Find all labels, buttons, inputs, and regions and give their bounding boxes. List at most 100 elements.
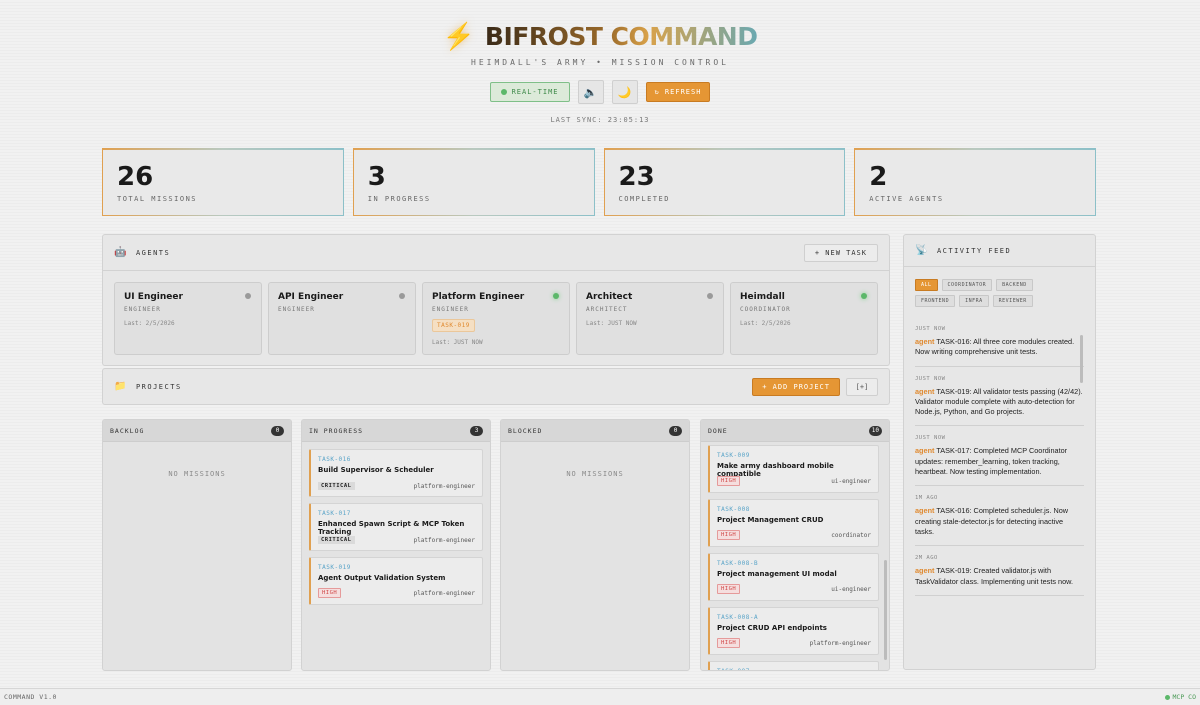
column-count: 0 [669, 425, 682, 436]
column-count: 3 [470, 425, 483, 436]
feed-message: agent TASK-019: All validator tests pass… [915, 387, 1084, 418]
task-assignee: coordinator [831, 531, 871, 539]
agent-card-heimdall[interactable]: Heimdall COORDINATOR Last: 2/5/2026 [730, 282, 878, 355]
live-indicator-icon [500, 89, 507, 95]
task-card[interactable]: TASK-008-A Project CRUD API endpoints HI… [708, 607, 879, 655]
task-card[interactable]: TASK-019 Agent Output Validation System … [309, 557, 483, 605]
task-title: Project Management CRUD [717, 516, 824, 524]
theme-toggle-button[interactable]: 🌙 [611, 80, 638, 104]
agent-name: Architect [586, 292, 633, 302]
stat-label: ACTIVE AGENTS [869, 195, 944, 203]
filter-coordinator[interactable]: COORDINATOR [941, 279, 993, 291]
task-title: Project CRUD API endpoints [717, 624, 827, 632]
agent-role: ARCHITECT [586, 306, 628, 313]
footer-status-text: MCP CO [1172, 693, 1196, 701]
column-title: BACKLOG [110, 426, 145, 435]
new-task-button[interactable]: + NEW TASK [803, 243, 878, 262]
task-assignee: platform-engineer [809, 639, 871, 647]
task-card[interactable]: TASK-016 Build Supervisor & Scheduler CR… [309, 449, 483, 497]
agent-card-api-engineer[interactable]: API Engineer ENGINEER [268, 282, 416, 355]
filter-infra[interactable]: INFRA [959, 295, 989, 307]
activity-feed-title: 📡 ACTIVITY FEED [915, 245, 1011, 256]
agent-last-seen: Last: 2/5/2026 [740, 320, 791, 327]
filter-all[interactable]: ALL [915, 279, 938, 291]
folder-icon: 📁 [114, 381, 128, 392]
realtime-toggle[interactable]: REAL-TIME [489, 82, 570, 102]
task-title: Project management UI modal [717, 570, 837, 578]
agent-current-task[interactable]: TASK-019 [432, 319, 475, 332]
filter-backend[interactable]: BACKEND [996, 279, 1033, 291]
refresh-button[interactable]: ↻ REFRESH [645, 82, 711, 102]
priority-badge: CRITICAL [318, 536, 355, 544]
empty-state: NO MISSIONS [168, 470, 226, 478]
task-card[interactable]: TASK-007 [708, 661, 879, 670]
priority-badge: HIGH [717, 584, 741, 594]
filter-frontend[interactable]: FRONTEND [915, 295, 956, 307]
feed-time: 2M AGO [915, 555, 938, 562]
task-title: Enhanced Spawn Script & MCP Token Tracki… [318, 520, 465, 536]
stat-active-agents: 2 ACTIVE AGENTS [854, 148, 1096, 216]
column-blocked: BLOCKED 0 NO MISSIONS [500, 419, 690, 671]
feed-item: JUST NOW agent TASK-017: Completed MCP C… [915, 426, 1084, 487]
app-subtitle: HEIMDALL'S ARMY • MISSION CONTROL [471, 58, 729, 67]
feed-item: JUST NOW agent TASK-019: All validator t… [915, 367, 1084, 427]
agent-card-platform-engineer[interactable]: Platform Engineer ENGINEER TASK-019 Last… [422, 282, 570, 355]
agent-role: ENGINEER [124, 306, 161, 313]
column-header: DONE 10 [701, 420, 889, 442]
agent-role: ENGINEER [432, 306, 469, 313]
task-id: TASK-008-B [717, 560, 759, 567]
stats-row: 26 TOTAL MISSIONS 3 IN PROGRESS 23 COMPL… [102, 148, 1096, 216]
satellite-icon: 📡 [915, 245, 929, 256]
status-dot-icon [553, 293, 559, 299]
projects-title-text: PROJECTS [135, 382, 182, 391]
stat-value: 26 [117, 162, 154, 192]
column-in-progress: IN PROGRESS 3 TASK-016 Build Supervisor … [301, 419, 491, 671]
feed-time: JUST NOW [915, 375, 946, 382]
task-assignee: platform-engineer [413, 482, 475, 490]
agents-title-text: AGENTS [135, 248, 171, 257]
column-scrollbar[interactable] [884, 560, 887, 660]
feed-message: agent TASK-017: Completed MCP Coordinato… [915, 446, 1084, 477]
column-header: IN PROGRESS 3 [302, 420, 490, 442]
empty-state: NO MISSIONS [566, 470, 624, 478]
stat-value: 3 [367, 162, 386, 192]
status-dot-icon [399, 293, 405, 299]
header-controls: REAL-TIME 🔈 🌙 ↻ REFRESH [0, 80, 1200, 104]
stat-label: COMPLETED [618, 195, 670, 203]
feed-filters: ALL COORDINATOR BACKEND FRONTEND INFRA R… [904, 267, 1074, 307]
feed-agent: agent [915, 386, 935, 396]
moon-icon: 🌙 [617, 86, 632, 99]
priority-badge: HIGH [717, 530, 741, 540]
status-dot-icon [245, 293, 251, 299]
task-id: TASK-016 [318, 456, 351, 463]
sound-button[interactable]: 🔈 [577, 80, 604, 104]
task-card[interactable]: TASK-009 Make army dashboard mobile comp… [708, 445, 879, 493]
agent-card-architect[interactable]: Architect ARCHITECT Last: JUST NOW [576, 282, 724, 355]
feed-message: agent TASK-019: Created validator.js wit… [915, 566, 1084, 587]
feed-time: JUST NOW [915, 435, 946, 442]
feed-agent: agent [915, 566, 935, 576]
feed-item: 1M AGO agent TASK-016: Completed schedul… [915, 486, 1084, 547]
agent-grid: UI Engineer ENGINEER Last: 2/5/2026 API … [103, 271, 889, 355]
filter-reviewer[interactable]: REVIEWER [992, 295, 1033, 307]
app-title: BIFROST COMMAND [484, 21, 758, 51]
agent-name: UI Engineer [124, 292, 183, 302]
agents-title: 🤖 AGENTS [114, 247, 170, 258]
feed-agent: agent [915, 446, 935, 456]
stat-label: TOTAL MISSIONS [117, 195, 198, 203]
speaker-icon: 🔈 [583, 86, 598, 99]
agent-last-seen: Last: JUST NOW [432, 339, 483, 346]
add-project-button[interactable]: + ADD PROJECT [752, 377, 840, 396]
agent-card-ui-engineer[interactable]: UI Engineer ENGINEER Last: 2/5/2026 [114, 282, 262, 355]
task-id: TASK-008-A [717, 614, 759, 621]
agent-name: Heimdall [740, 292, 785, 302]
feed-scrollbar[interactable] [1080, 335, 1083, 383]
task-card[interactable]: TASK-008 Project Management CRUD HIGH co… [708, 499, 879, 547]
expand-projects-button[interactable]: [+] [846, 377, 878, 396]
projects-header: 📁 PROJECTS + ADD PROJECT [+] [103, 377, 889, 396]
task-card[interactable]: TASK-008-B Project management UI modal H… [708, 553, 879, 601]
priority-badge: HIGH [717, 638, 741, 648]
agent-role: COORDINATOR [740, 306, 791, 313]
activity-feed-panel: 📡 ACTIVITY FEED ALL COORDINATOR BACKEND … [903, 234, 1096, 670]
task-card[interactable]: TASK-017 Enhanced Spawn Script & MCP Tok… [309, 503, 483, 551]
